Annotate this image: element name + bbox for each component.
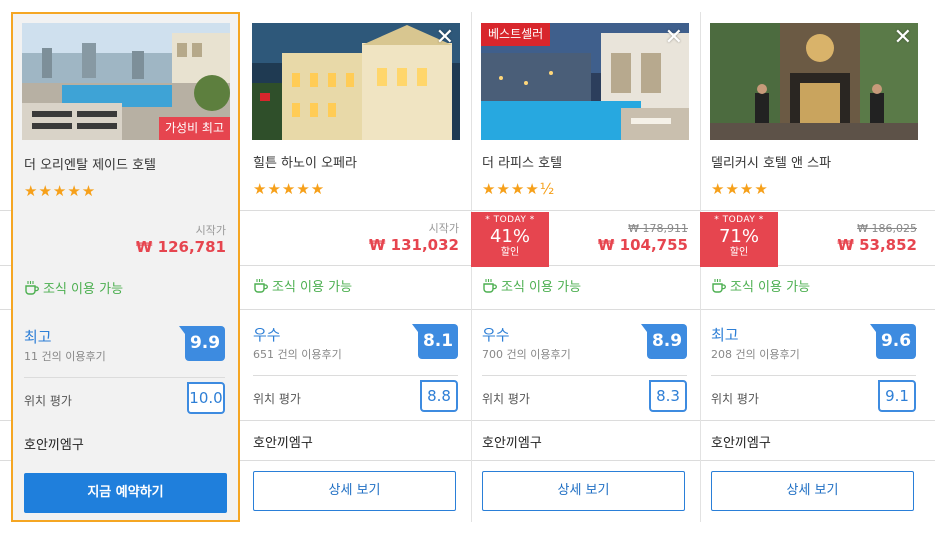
deal-today-label: * TODAY * — [714, 215, 764, 225]
deal-badge: * TODAY * 71% 할인 — [700, 212, 778, 267]
review-count[interactable]: 700 건의 이용후기 — [482, 346, 571, 362]
review-count[interactable]: 208 건의 이용후기 — [711, 346, 800, 362]
hotel-card[interactable]: ✕ 힐튼 하노이 오페라 ★★★★★ 시작가 ₩ 131,032 조식 이용 가… — [242, 12, 472, 522]
breakfast-label: 조식 이용 가능 — [43, 282, 124, 297]
location-rating-label: 위치 평가 — [253, 392, 301, 406]
hotel-photo[interactable]: 베스트셀러 ✕ — [481, 23, 689, 140]
divider — [253, 375, 458, 376]
view-details-button[interactable]: 상세 보기 — [711, 471, 914, 511]
discount-label: 할인 — [500, 247, 520, 258]
breakfast-info: 조식 이용 가능 — [253, 276, 352, 295]
hotel-name[interactable]: 힐튼 하노이 오페라 — [253, 152, 357, 171]
divider — [482, 375, 687, 376]
hotel-card[interactable]: 베스트셀러 ✕ 더 라피스 호텔 ★★★★½ * TODAY * 41% 할인 … — [471, 12, 701, 522]
location-score: 10.0 — [187, 382, 225, 414]
coffee-cup-icon — [482, 278, 498, 294]
price-from-label: 시작가 — [195, 224, 226, 237]
discount-percent: 71% — [718, 226, 759, 247]
hotel-photo[interactable]: ✕ — [252, 23, 460, 140]
rating-label: 우수 — [482, 326, 510, 344]
review-score: 9.9 — [179, 326, 225, 361]
close-icon[interactable]: ✕ — [665, 27, 683, 49]
hotel-name[interactable]: 델리커시 호텔 앤 스파 — [711, 152, 831, 171]
location-score: 8.8 — [420, 380, 458, 412]
deal-today-label: * TODAY * — [485, 215, 535, 225]
breakfast-label: 조식 이용 가능 — [272, 280, 353, 295]
location-rating-label: 위치 평가 — [24, 394, 72, 408]
district: 호안끼엠구 — [24, 438, 84, 453]
original-price: ₩ 186,025 — [857, 222, 917, 235]
hotel-name[interactable]: 더 라피스 호텔 — [482, 152, 562, 171]
hotel-image — [252, 23, 460, 140]
review-score: 8.1 — [412, 324, 458, 359]
location-rating-label: 위치 평가 — [482, 392, 530, 406]
hotel-photo[interactable]: 가성비 최고 — [22, 23, 230, 140]
location-score: 8.3 — [649, 380, 687, 412]
bestseller-ribbon: 베스트셀러 — [481, 23, 551, 46]
price: ₩ 104,755 — [597, 236, 688, 254]
review-count[interactable]: 11 건의 이용후기 — [24, 348, 106, 364]
price-from-label: 시작가 — [428, 222, 459, 235]
breakfast-label: 조식 이용 가능 — [501, 280, 582, 295]
review-score: 8.9 — [641, 324, 687, 359]
star-rating: ★★★★½ — [482, 180, 556, 198]
view-details-button[interactable]: 상세 보기 — [253, 471, 456, 511]
hotel-photo[interactable]: ✕ — [710, 23, 918, 140]
district: 호안끼엠구 — [711, 436, 771, 451]
price: ₩ 126,781 — [135, 238, 226, 256]
breakfast-label: 조식 이용 가능 — [730, 280, 811, 295]
location-score: 9.1 — [878, 380, 916, 412]
discount-percent: 41% — [489, 226, 530, 247]
hotel-card[interactable]: ✕ 델리커시 호텔 앤 스파 ★★★★ * TODAY * 71% 할인 ₩ 1… — [700, 12, 929, 522]
breakfast-info: 조식 이용 가능 — [711, 276, 810, 295]
value-ribbon: 가성비 최고 — [158, 117, 230, 140]
price: ₩ 53,852 — [837, 236, 917, 254]
hotel-image — [710, 23, 918, 140]
hotel-card-featured[interactable]: 가성비 최고 더 오리엔탈 제이드 호텔 ★★★★★ 시작가 ₩ 126,781… — [11, 12, 240, 522]
review-count[interactable]: 651 건의 이용후기 — [253, 346, 342, 362]
divider — [711, 375, 916, 376]
coffee-cup-icon — [253, 278, 269, 294]
star-rating: ★★★★ — [711, 180, 769, 198]
price: ₩ 131,032 — [368, 236, 459, 254]
coffee-cup-icon — [24, 280, 40, 296]
star-rating: ★★★★★ — [253, 180, 326, 198]
deal-badge: * TODAY * 41% 할인 — [471, 212, 549, 267]
hotel-comparison: 가성비 최고 더 오리엔탈 제이드 호텔 ★★★★★ 시작가 ₩ 126,781… — [0, 0, 935, 533]
original-price: ₩ 178,911 — [628, 222, 688, 235]
review-score: 9.6 — [870, 324, 916, 359]
discount-label: 할인 — [729, 247, 749, 258]
district: 호안끼엠구 — [482, 436, 542, 451]
breakfast-info: 조식 이용 가능 — [482, 276, 581, 295]
star-rating: ★★★★★ — [24, 182, 97, 200]
rating-label: 최고 — [711, 326, 739, 344]
book-now-button[interactable]: 지금 예약하기 — [24, 473, 227, 513]
rating-label: 최고 — [24, 328, 52, 346]
view-details-button[interactable]: 상세 보기 — [482, 471, 685, 511]
divider — [24, 377, 225, 378]
coffee-cup-icon — [711, 278, 727, 294]
close-icon[interactable]: ✕ — [894, 27, 912, 49]
breakfast-info: 조식 이용 가능 — [24, 278, 123, 297]
location-rating-label: 위치 평가 — [711, 392, 759, 406]
rating-label: 우수 — [253, 326, 281, 344]
hotel-name[interactable]: 더 오리엔탈 제이드 호텔 — [24, 154, 156, 173]
district: 호안끼엠구 — [253, 436, 313, 451]
close-icon[interactable]: ✕ — [436, 27, 454, 49]
